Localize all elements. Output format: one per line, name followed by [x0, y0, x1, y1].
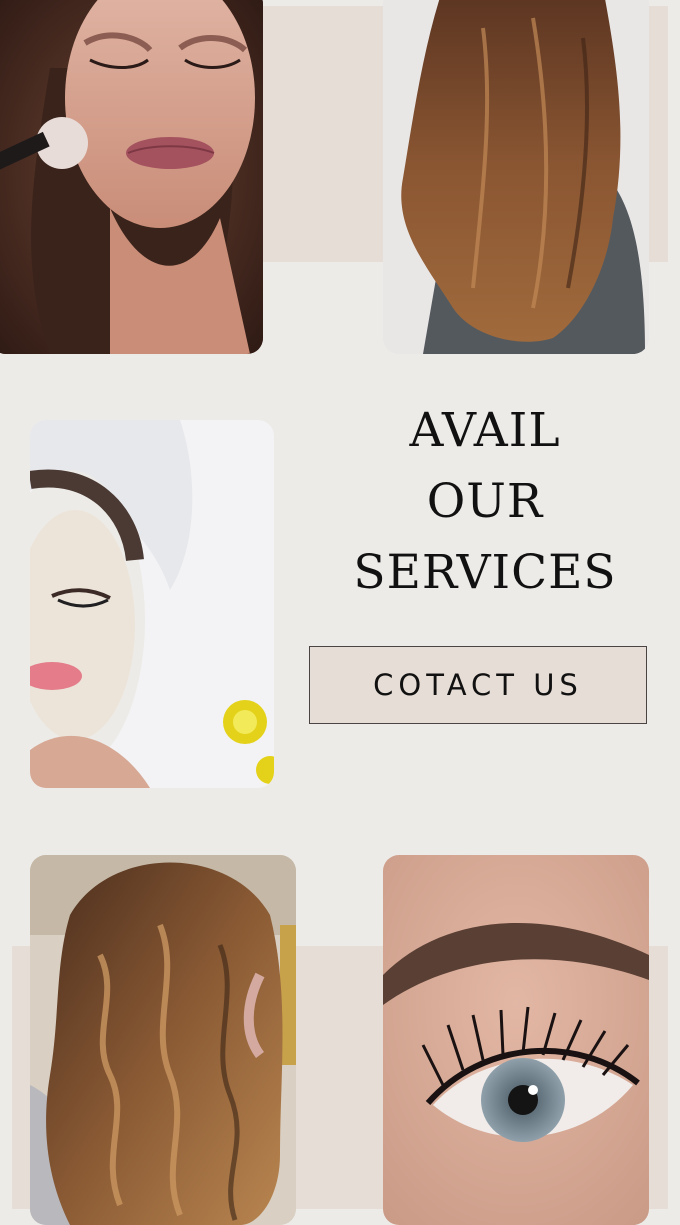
services-headline: AVAIL OUR SERVICES [330, 395, 640, 608]
facial-mask-photo [30, 420, 274, 788]
headline-line-2: OUR [426, 474, 544, 529]
headline-line-1: AVAIL [409, 403, 561, 458]
makeup-photo [0, 0, 263, 354]
contact-us-button[interactable]: COTACT US [309, 646, 647, 724]
eyelash-brow-photo [383, 855, 649, 1225]
headline-line-3: SERVICES [353, 545, 617, 600]
layered-hair-photo [383, 0, 649, 354]
wavy-hair-photo [30, 855, 296, 1225]
